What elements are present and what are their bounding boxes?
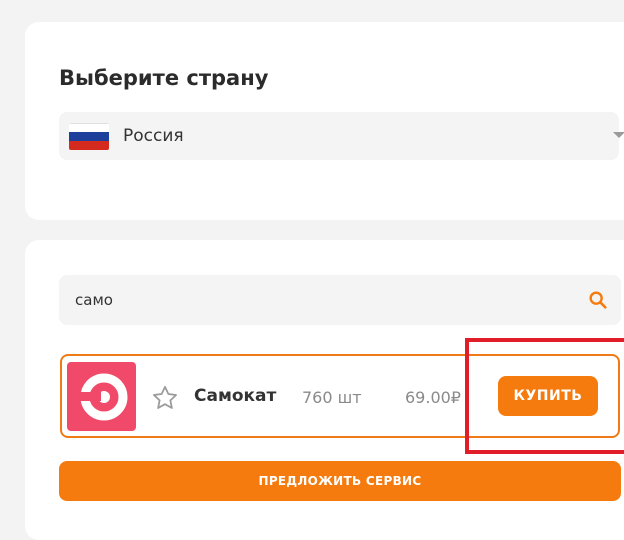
russia-flag-icon [69,122,109,150]
samokat-logo-icon [67,362,136,431]
highlight-annotation [465,338,624,454]
service-name: Самокат [194,386,277,406]
country-title: Выберите страну [59,66,269,90]
search-box [59,275,621,325]
country-select[interactable]: Россия [59,112,624,160]
search-input[interactable] [75,275,555,325]
search-icon[interactable] [587,289,609,311]
service-price: 69.00₽ [405,388,461,407]
service-quantity: 760 шт [302,388,362,407]
country-card: Выберите страну Россия [25,22,624,220]
caret-down-icon[interactable] [613,132,624,138]
star-icon[interactable] [151,384,179,412]
suggest-service-button[interactable]: ПРЕДЛОЖИТЬ СЕРВИС [59,461,621,501]
selected-country: Россия [123,126,184,146]
